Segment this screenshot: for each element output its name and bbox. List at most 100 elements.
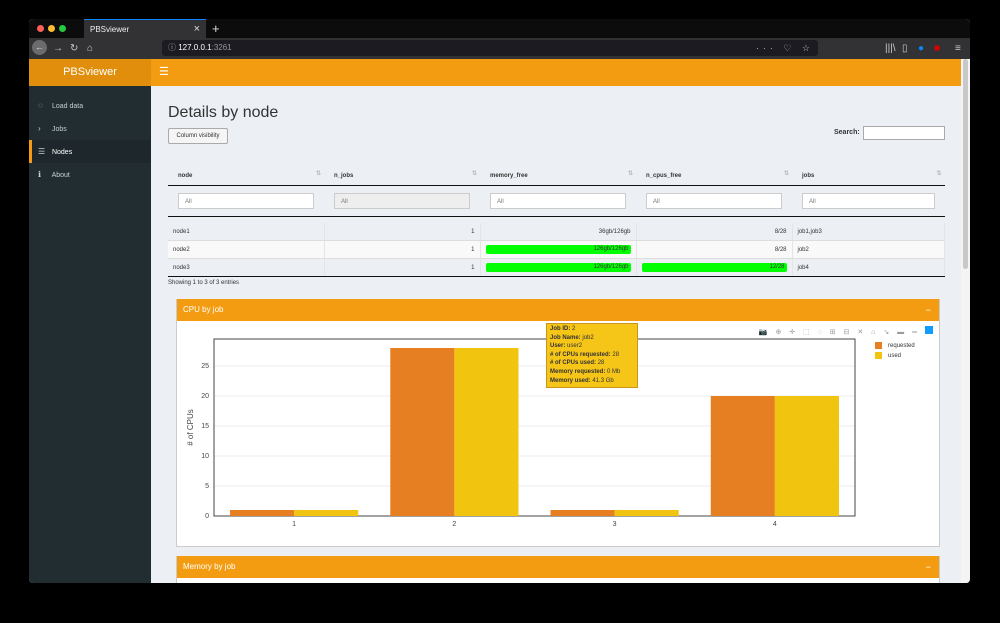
hover-tooltip: Job ID: 2 Job Name: job2 User: user2 # o…: [546, 323, 638, 388]
main-content: Details by node Column visibility Search…: [151, 86, 961, 583]
reload-icon[interactable]: ↻: [70, 38, 78, 59]
ytick-label: 5: [205, 483, 209, 490]
legend-item-requested[interactable]: requested: [875, 342, 915, 349]
collapse-icon[interactable]: −: [926, 299, 931, 321]
box-header: Memory by job −: [177, 556, 939, 578]
filter-n-cpus-free-input[interactable]: All: [646, 193, 782, 209]
sort-icon: ⇅: [471, 171, 477, 177]
ytick-label: 20: [201, 393, 209, 400]
bar-used-3: [614, 510, 679, 516]
column-header-n-jobs[interactable]: n_jobs ⇅: [324, 166, 480, 186]
table-info: Showing 1 to 3 of 3 entries: [168, 280, 240, 286]
ytick-label: 25: [201, 363, 209, 370]
sidebar-item-jobs[interactable]: › Jobs: [29, 117, 151, 140]
ytick-label: 0: [205, 513, 209, 520]
bar-requested-1: [230, 510, 295, 516]
sort-icon: ⇅: [783, 171, 789, 177]
forward-icon[interactable]: →: [53, 38, 63, 59]
column-header-node[interactable]: node ⇅: [168, 166, 324, 186]
tab-bar: PBSviewer × +: [29, 19, 970, 38]
back-icon[interactable]: ←: [32, 40, 47, 55]
info-icon: ℹ: [38, 170, 42, 179]
tooltip-line: # of CPUs used: 28: [550, 360, 605, 367]
spinner-icon: ◌: [38, 101, 43, 110]
table-row[interactable]: node3 1 126gb/126gb 12/28 job4: [168, 258, 945, 277]
top-header: ☰: [151, 59, 970, 86]
sidebar-item-label: Jobs: [51, 126, 67, 133]
tab-title: PBSviewer: [90, 25, 130, 34]
table-search: Search:: [834, 126, 945, 140]
library-icon[interactable]: |||\: [885, 38, 896, 59]
tooltip-line: Job ID: 2: [550, 326, 576, 332]
column-header-jobs[interactable]: jobs ⇅: [792, 166, 945, 186]
url-bar[interactable]: ⓘ 127.0.0.1:3261 ··· ♡ ☆: [162, 40, 818, 56]
tooltip-line: Memory used: 41.3 Gb: [550, 377, 614, 384]
zoom-window-icon[interactable]: [59, 25, 66, 32]
chevron-right-icon: ›: [38, 124, 41, 133]
tab-close-icon[interactable]: ×: [194, 20, 200, 39]
browser-tab[interactable]: PBSviewer ×: [84, 19, 206, 38]
cpus-free-bar: 12/28: [641, 263, 787, 272]
nav-bar: ← → ↻ ⌂ ⓘ 127.0.0.1:3261 ··· ♡ ☆ |||\ ▯ …: [29, 38, 970, 59]
bar-used-4: [774, 396, 839, 516]
sort-icon: ⇅: [315, 171, 321, 177]
scrollbar-thumb[interactable]: [963, 59, 968, 269]
home-icon[interactable]: ⌂: [87, 38, 93, 59]
cell-node: node3: [168, 258, 325, 277]
box-header: CPU by job −: [177, 299, 939, 321]
cell-jobs: job2: [792, 240, 945, 259]
nodes-table: node ⇅ n_jobs ⇅ memory_free ⇅ n_cpus_free ⇅ …: [168, 166, 945, 277]
menu-icon[interactable]: ≡: [955, 38, 961, 59]
column-header-n-cpus-free[interactable]: n_cpus_free ⇅: [636, 166, 792, 186]
sidebar-item-load-data[interactable]: ◌ Load data: [29, 94, 151, 117]
page-actions-icon[interactable]: ··· ♡ ☆: [756, 40, 814, 56]
sidebar-item-about[interactable]: ℹ About: [29, 163, 151, 186]
search-input[interactable]: [863, 126, 945, 140]
header-row: node ⇅ n_jobs ⇅ memory_free ⇅ n_cpus_free ⇅ …: [168, 166, 945, 186]
cell-memory-free: 36gb/126gb: [480, 223, 637, 241]
xtick-label: 1: [292, 521, 296, 528]
account-icon[interactable]: ●: [918, 38, 924, 59]
app-brand: PBSviewer: [29, 59, 151, 86]
cell-n-jobs: 1: [324, 223, 481, 241]
info-icon[interactable]: ⓘ: [168, 43, 176, 52]
collapse-icon[interactable]: −: [926, 556, 931, 578]
filter-memory-free-input[interactable]: All: [490, 193, 626, 209]
xtick-label: 4: [773, 521, 777, 528]
search-label: Search:: [834, 129, 860, 136]
scrollbar[interactable]: [961, 59, 970, 583]
ytick-label: 10: [201, 453, 209, 460]
tooltip-line: User: user2: [550, 343, 583, 350]
cell-n-cpus-free: 8/28: [636, 240, 793, 259]
sidebar-item-label: Load data: [51, 103, 84, 110]
table-icon: ☰: [38, 147, 46, 156]
filter-jobs-input[interactable]: All: [802, 193, 935, 209]
cell-memory-free: 126gb/126gb: [480, 258, 637, 277]
close-window-icon[interactable]: [37, 25, 44, 32]
tooltip-line: # of CPUs requested: 28: [550, 351, 620, 358]
table-row[interactable]: node1 1 36gb/126gb 8/28 job1,job3: [168, 223, 945, 241]
y-axis-title: # of CPUs: [186, 409, 195, 445]
sidebar-toggle-button[interactable]: ☰: [159, 59, 169, 86]
bar-requested-4: [710, 396, 775, 516]
browser-window: PBSviewer × + ← → ↻ ⌂ ⓘ 127.0.0.1:3261 ·…: [29, 19, 970, 583]
cpu-by-job-box: CPU by job − 📷 ⊕ ✛ ⬚ ◌ ⊞ ⊟ ✕ ⌂ ↘ ▬ ═ 051…: [176, 299, 940, 547]
sidebar-item-label: About: [51, 172, 70, 179]
column-visibility-button[interactable]: Column visibility: [168, 128, 228, 144]
filter-node-input[interactable]: All: [178, 193, 314, 209]
minimize-window-icon[interactable]: [48, 25, 55, 32]
new-tab-icon[interactable]: +: [212, 19, 220, 38]
url-host: 127.0.0.1: [178, 43, 212, 52]
cell-node: node1: [168, 223, 325, 241]
legend-item-used[interactable]: used: [875, 352, 901, 359]
extension-icon[interactable]: ■: [934, 38, 940, 59]
cell-n-jobs: 1: [324, 258, 481, 277]
memory-free-bar: 126gb/126gb: [485, 263, 631, 272]
tooltip-line: Memory requested: 0 Mb: [550, 368, 621, 375]
cell-n-cpus-free: 8/28: [636, 223, 793, 241]
column-header-memory-free[interactable]: memory_free ⇅: [480, 166, 636, 186]
table-row[interactable]: node2 1 126gb/126gb 8/28 job2: [168, 240, 945, 259]
bar-requested-2: [390, 348, 455, 516]
sidebar-item-nodes[interactable]: ☰ Nodes: [29, 140, 151, 163]
sidebar-toggle-icon[interactable]: ▯: [902, 38, 908, 59]
